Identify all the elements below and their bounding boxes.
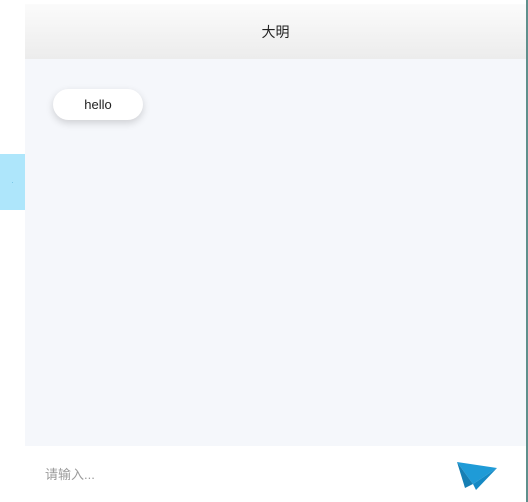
paper-plane-icon <box>457 462 497 490</box>
chat-header: 大明 <box>25 4 526 59</box>
side-tab-handle[interactable] <box>0 154 25 210</box>
left-strip <box>0 0 25 502</box>
message-bubble: hello <box>53 89 143 120</box>
composer-bar <box>25 446 526 502</box>
side-tab-dot <box>12 182 13 183</box>
send-button[interactable] <box>455 458 499 492</box>
message-list: hello <box>25 59 526 446</box>
message-input[interactable] <box>45 462 425 486</box>
chat-window: 大明 hello <box>0 0 526 502</box>
contact-name: 大明 <box>261 23 290 40</box>
